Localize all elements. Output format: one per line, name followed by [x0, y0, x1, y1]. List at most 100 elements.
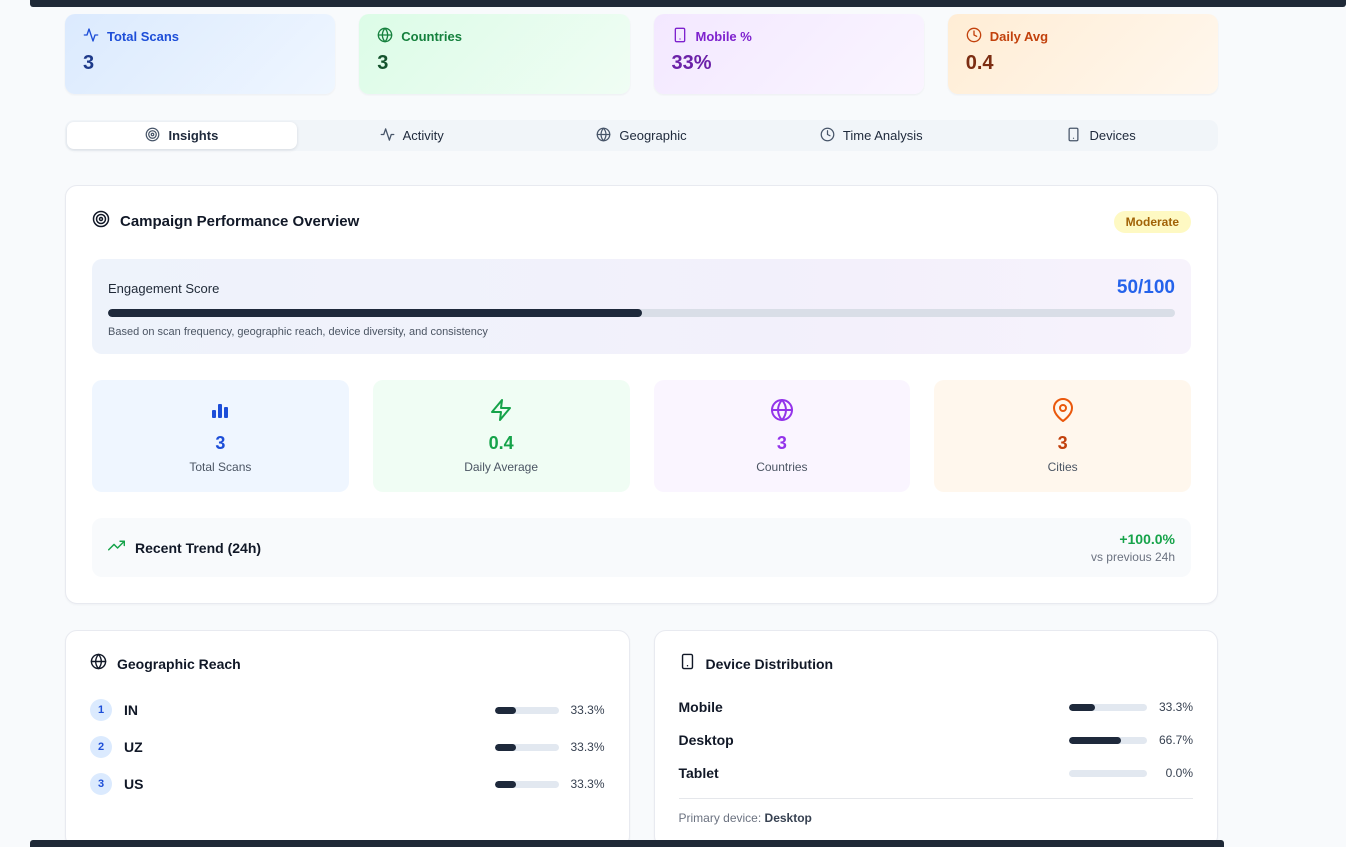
mini-stat-total-scans: 3 Total Scans — [92, 380, 349, 492]
stat-value: 33% — [671, 52, 712, 74]
mini-stat-value: 0.4 — [488, 433, 514, 453]
device-row: Desktop 66.7% — [679, 732, 1194, 748]
device-percent: 33.3% — [1158, 700, 1193, 714]
geo-row: 2 UZ 33.3% — [90, 736, 605, 758]
stat-card-mobile-percent: Mobile % 33% — [653, 14, 924, 94]
country-code: IN — [124, 702, 138, 718]
rank-badge: 3 — [90, 773, 112, 795]
globe-icon — [596, 127, 611, 145]
device-progress-fill — [1069, 736, 1122, 744]
country-progress-bar — [494, 743, 559, 751]
device-percent: 0.0% — [1165, 766, 1193, 780]
stat-card-countries: Countries 3 — [359, 14, 630, 94]
country-progress-fill — [494, 780, 516, 788]
geo-row: 3 US 33.3% — [90, 773, 605, 795]
geographic-title: Geographic Reach — [117, 656, 241, 672]
country-code: UZ — [124, 739, 143, 755]
map-pin-icon — [1051, 398, 1075, 427]
country-progress-fill — [494, 743, 516, 751]
mini-stat-label: Countries — [756, 460, 808, 474]
tab-bar: Insights Activity Geographic Time Analys… — [65, 120, 1218, 151]
country-percent: 33.3% — [570, 703, 605, 717]
stat-card-total-scans: Total Scans 3 — [65, 14, 336, 94]
stat-label: Mobile % — [695, 29, 752, 44]
analytics-dashboard: { "stats": [ { "icon": "activity-icon", … — [0, 0, 1346, 847]
tab-label: Geographic — [619, 128, 687, 143]
activity-icon — [83, 27, 99, 46]
bottom-row: Geographic Reach 1 IN 33.3% 2 UZ 33.3% 3… — [65, 630, 1218, 847]
mini-stat-label: Cities — [1047, 460, 1078, 474]
primary-device-label: Primary device: — [678, 811, 762, 825]
country-progress-bar — [494, 706, 559, 714]
activity-icon — [380, 127, 395, 145]
device-progress-bar — [1069, 769, 1147, 777]
tab-activity[interactable]: Activity — [297, 122, 527, 149]
device-label: Desktop — [678, 732, 734, 748]
device-percent: 66.7% — [1158, 733, 1193, 747]
primary-device-value: Desktop — [764, 811, 812, 825]
stat-label: Countries — [401, 29, 462, 44]
mini-stat-countries: 3 Countries — [653, 380, 911, 492]
tab-label: Time Analysis — [842, 128, 923, 143]
rank-badge: 2 — [90, 736, 112, 758]
stat-card-daily-avg: Daily Avg 0.4 — [947, 14, 1218, 94]
stat-label: Daily Avg — [989, 29, 1049, 44]
engagement-progress-fill — [108, 309, 642, 317]
tab-label: Insights — [168, 128, 219, 143]
mini-stat-daily-average: 0.4 Daily Average — [372, 380, 630, 492]
bar-chart-icon — [208, 398, 232, 427]
status-badge: Moderate — [1113, 210, 1191, 233]
target-icon — [145, 127, 160, 145]
top-edge-decoration — [30, 0, 1346, 7]
campaign-overview-card: Campaign Performance Overview Moderate E… — [65, 185, 1218, 604]
mini-stat-cities: 3 Cities — [934, 380, 1191, 492]
mini-stat-value: 3 — [776, 433, 787, 453]
tab-time-analysis[interactable]: Time Analysis — [756, 122, 986, 149]
tab-label: Activity — [402, 128, 444, 143]
device-label: Mobile — [678, 699, 723, 715]
device-progress-bar — [1069, 736, 1147, 744]
country-progress-fill — [494, 706, 516, 714]
tab-insights[interactable]: Insights — [67, 122, 297, 149]
device-row: Tablet 0.0% — [679, 765, 1194, 781]
devices-title: Device Distribution — [705, 656, 834, 672]
device-label: Tablet — [678, 765, 719, 781]
engagement-label: Engagement Score — [108, 280, 220, 296]
tab-label: Devices — [1089, 128, 1136, 143]
stats-row: Total Scans 3 Countries 3 Mobile % 33% D… — [65, 14, 1218, 94]
tab-devices[interactable]: Devices — [986, 122, 1216, 149]
primary-device-note: Primary device: Desktop — [678, 798, 1193, 825]
country-percent: 33.3% — [570, 777, 605, 791]
stat-value: 3 — [377, 52, 389, 74]
device-distribution-card: Device Distribution Mobile 33.3% Desktop… — [653, 630, 1218, 847]
mini-stat-value: 3 — [1057, 433, 1068, 453]
recent-trend-panel: Recent Trend (24h) +100.0% vs previous 2… — [92, 518, 1191, 577]
engagement-score: 50/100 — [1116, 277, 1175, 298]
trend-value: +100.0% — [1119, 531, 1175, 547]
device-row: Mobile 33.3% — [679, 699, 1194, 715]
trend-subtext: vs previous 24h — [1090, 550, 1175, 564]
dashboard-content: Total Scans 3 Countries 3 Mobile % 33% D… — [65, 0, 1218, 847]
tab-geographic[interactable]: Geographic — [527, 122, 757, 149]
globe-icon — [377, 27, 393, 46]
mini-stat-value: 3 — [215, 433, 226, 453]
trending-up-icon — [108, 537, 125, 559]
device-progress-fill — [1069, 703, 1095, 711]
stat-value: 3 — [83, 52, 95, 74]
zap-icon — [489, 398, 513, 427]
clock-icon — [966, 27, 982, 46]
stat-value: 0.4 — [965, 52, 994, 74]
smartphone-icon — [672, 27, 688, 46]
device-progress-bar — [1069, 703, 1147, 711]
engagement-description: Based on scan frequency, geographic reac… — [108, 326, 488, 338]
overview-title: Campaign Performance Overview — [120, 213, 360, 230]
globe-icon — [770, 398, 794, 427]
smartphone-icon — [679, 653, 696, 675]
engagement-progress-bar — [108, 309, 1175, 317]
engagement-score-panel: Engagement Score 50/100 Based on scan fr… — [92, 259, 1191, 354]
stat-label: Total Scans — [107, 29, 180, 44]
geographic-reach-card: Geographic Reach 1 IN 33.3% 2 UZ 33.3% 3… — [65, 630, 630, 847]
overview-mini-stats: 3 Total Scans 0.4 Daily Average 3 Countr… — [92, 380, 1191, 492]
trend-label: Recent Trend (24h) — [135, 539, 262, 556]
globe-icon — [90, 653, 107, 675]
